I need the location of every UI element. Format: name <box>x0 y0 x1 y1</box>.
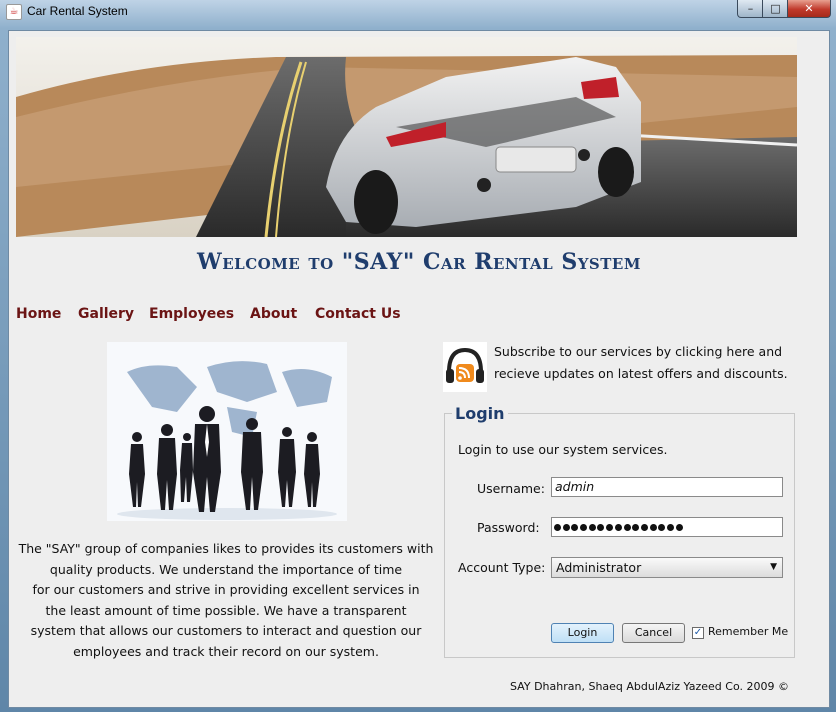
window-title: Car Rental System <box>27 4 128 18</box>
password-label: Password: <box>477 520 540 535</box>
password-dot <box>649 523 657 531</box>
password-dot <box>640 523 648 531</box>
description-line: for our customers and strive in providin… <box>32 582 420 597</box>
nav-about-link[interactable]: About <box>250 306 297 322</box>
company-description: The "SAY" group of companies likes to pr… <box>11 539 441 662</box>
description-line: The "SAY" group of companies likes to pr… <box>18 541 434 556</box>
minimize-button[interactable]: – <box>737 0 764 18</box>
welcome-heading: Welcome to "SAY" Car Rental System <box>197 249 641 275</box>
footer-copyright: SAY Dhahran, Shaeq AbdulAziz Yazeed Co. … <box>510 680 789 693</box>
password-dot <box>658 523 666 531</box>
login-title: Login <box>452 404 508 423</box>
password-dot <box>562 523 570 531</box>
password-dot <box>675 523 683 531</box>
username-label: Username: <box>477 481 545 496</box>
chevron-down-icon: ▼ <box>770 562 777 572</box>
password-dot <box>597 523 605 531</box>
nav-contact-us-link[interactable]: Contact Us <box>315 306 401 322</box>
account-type-select[interactable]: Administrator ▼ <box>551 557 783 578</box>
business-people-image <box>107 342 347 521</box>
title-bar: ☕ Car Rental System – □ ✕ <box>0 0 836 24</box>
subscribe-line: recieve updates on latest offers and dis… <box>494 365 788 381</box>
description-line: quality products. We understand the impo… <box>49 561 403 577</box>
password-dot <box>588 523 596 531</box>
app-window: ☕ Car Rental System – □ ✕ Welcome to "SA… <box>0 0 836 712</box>
description-line: employees and track their record on our … <box>73 643 379 659</box>
maximize-button[interactable]: □ <box>762 0 789 18</box>
nav-gallery-link[interactable]: Gallery <box>78 306 134 322</box>
remember-me-checkbox[interactable]: ✓ <box>692 627 704 639</box>
close-button[interactable]: ✕ <box>787 0 831 18</box>
java-cup-icon: ☕ <box>6 4 22 20</box>
banner-car-image <box>16 37 797 237</box>
password-dot <box>632 523 640 531</box>
password-dot <box>606 523 614 531</box>
password-dot <box>571 523 579 531</box>
description-line: system that allows our customers to inte… <box>30 623 422 638</box>
cancel-button[interactable]: Cancel <box>622 623 685 643</box>
account-type-label: Account Type: <box>458 560 546 575</box>
rss-headphones-icon[interactable] <box>443 342 487 392</box>
content-pane: Welcome to "SAY" Car Rental System Home … <box>8 30 830 708</box>
username-field[interactable]: admin <box>551 477 783 497</box>
nav-employees-link[interactable]: Employees <box>149 306 234 322</box>
password-mask <box>554 520 684 534</box>
password-dot <box>554 523 561 531</box>
account-type-value: Administrator <box>556 560 642 575</box>
nav-home-link[interactable]: Home <box>16 306 61 322</box>
remember-me-label[interactable]: Remember Me <box>708 625 788 638</box>
subscribe-line: Subscribe to our services by clicking he… <box>494 344 783 359</box>
description-line: the least amount of time possible. We ha… <box>45 602 407 618</box>
password-dot <box>623 523 631 531</box>
subscribe-text[interactable]: Subscribe to our services by clicking he… <box>494 341 814 384</box>
password-dot <box>666 523 674 531</box>
login-button[interactable]: Login <box>551 623 614 643</box>
password-dot <box>614 523 622 531</box>
login-info-text: Login to use our system services. <box>458 442 668 457</box>
password-dot <box>580 523 588 531</box>
